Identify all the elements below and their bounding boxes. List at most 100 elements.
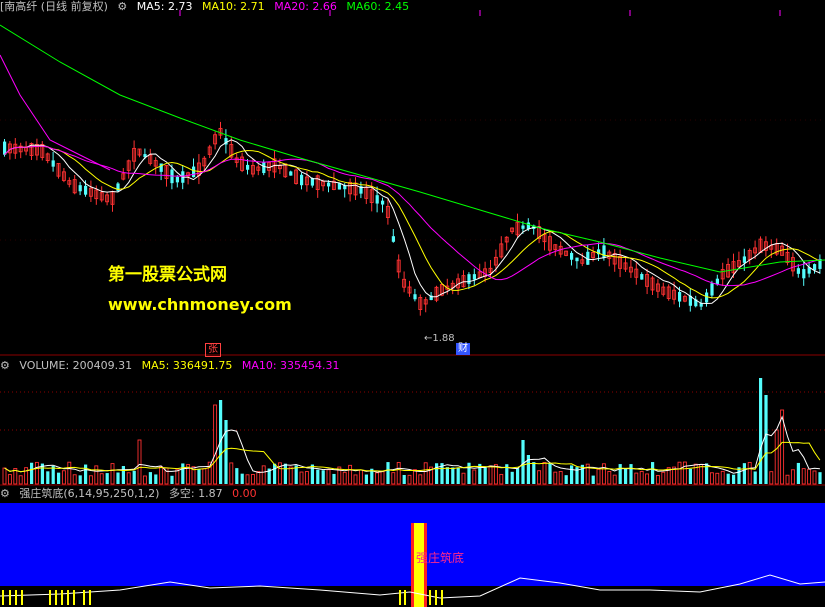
candle-body-105 — [570, 252, 574, 260]
candle-body-70 — [381, 200, 385, 205]
volume-bar-18 — [99, 473, 104, 485]
candle-body-35 — [192, 166, 196, 178]
price-header: [南高纤 (日线 前复权) ⚙ MA5: 2.73 MA10: 2.71 MA2… — [0, 0, 415, 14]
candle-body-132 — [715, 278, 719, 284]
volume-bar-151 — [818, 472, 822, 484]
volume-ma5-line — [4, 415, 820, 474]
volume-settings-icon[interactable]: ⚙ — [0, 359, 10, 372]
candle-body-14 — [78, 185, 82, 192]
candle-body-150 — [813, 264, 817, 271]
volume-bar-111 — [601, 463, 606, 485]
volume-bar-75 — [407, 474, 412, 485]
volume-bar-150 — [812, 470, 817, 485]
candle-body-15 — [84, 185, 88, 195]
candle-body-148 — [802, 269, 806, 279]
candle-body-111 — [602, 245, 606, 258]
volume-bar-137 — [742, 463, 746, 484]
volume-bar-146 — [790, 469, 795, 485]
volume-bar-61 — [332, 473, 336, 484]
volume-bar-0 — [2, 467, 7, 485]
volume-bar-48 — [261, 465, 266, 485]
volume-bar-71 — [386, 462, 390, 484]
ma60-line — [0, 24, 825, 273]
volume-bar-39 — [213, 404, 218, 485]
settings-icon[interactable]: ⚙ — [117, 0, 127, 13]
candle-body-130 — [705, 292, 709, 303]
candle-body-9 — [51, 160, 55, 167]
volume-bar-134 — [726, 473, 730, 484]
volume-ma10-line — [4, 441, 821, 473]
volume-bar-26 — [142, 475, 147, 485]
volume-bar-50 — [273, 463, 277, 484]
volume-bar-98 — [532, 462, 536, 484]
volume-bar-142 — [769, 471, 774, 485]
volume-bar-140 — [759, 378, 763, 484]
volume-bar-122 — [661, 471, 666, 485]
ma10-label: MA10: 2.71 — [201, 0, 265, 13]
volume-bar-87 — [472, 469, 477, 485]
volume-bar-55 — [299, 471, 304, 485]
volume-bar-138 — [747, 461, 752, 485]
ma20-label: MA20: 2.66 — [274, 0, 337, 13]
cai-badge[interactable]: 财 — [456, 343, 470, 355]
stock-chart-window: [南高纤 (日线 前复权) ⚙ MA5: 2.73 MA10: 2.71 MA2… — [0, 0, 825, 607]
volume-bar-139 — [753, 471, 757, 484]
volume-bar-14 — [78, 475, 82, 484]
low-price-value: 1.88 — [432, 333, 455, 344]
indicator-value: 0.00 — [232, 487, 257, 500]
volume-bar-126 — [682, 461, 687, 485]
volume-bar-104 — [564, 475, 568, 484]
zhang-badge[interactable]: 张 — [205, 343, 221, 357]
volume-bar-11 — [61, 470, 66, 485]
volume-bar-41 — [224, 420, 228, 484]
volume-bar-47 — [256, 471, 261, 485]
volume-bar-78 — [423, 462, 428, 485]
volume-bar-16 — [88, 475, 93, 485]
volume-bar-145 — [785, 474, 790, 485]
volume-bar-115 — [624, 468, 628, 484]
candle-body-131 — [710, 283, 714, 296]
volume-bar-109 — [591, 475, 595, 484]
volume-bar-114 — [618, 464, 622, 484]
volume-bar-60 — [326, 469, 331, 485]
volume-bar-58 — [316, 469, 320, 484]
candle-body-45 — [246, 164, 250, 170]
volume-bar-56 — [304, 471, 309, 485]
volume-bar-85 — [461, 472, 466, 485]
volume-bar-27 — [148, 472, 152, 484]
candle-body-29 — [159, 163, 163, 172]
volume-bar-94 — [510, 471, 514, 484]
candle-body-32 — [175, 176, 179, 183]
volume-bar-31 — [170, 475, 174, 484]
volume-bar-83 — [451, 467, 455, 484]
candle-body-55 — [300, 174, 304, 186]
volume-bar-20 — [110, 463, 115, 485]
candle-body-106 — [575, 257, 579, 262]
volume-bar-101 — [548, 463, 552, 484]
volume-bar-29 — [159, 466, 164, 485]
volume-bar-63 — [342, 471, 347, 485]
volume-bar-121 — [655, 474, 660, 485]
volume-bar-64 — [348, 464, 353, 485]
volume-bar-33 — [181, 463, 185, 484]
volume-bar-135 — [732, 474, 736, 484]
volume-bar-57 — [310, 464, 314, 484]
candle-body-60 — [327, 182, 331, 187]
volume-bar-148 — [801, 468, 806, 485]
volume-bar-59 — [321, 470, 325, 484]
volume-bar-53 — [288, 466, 293, 485]
ma5-label: MA5: 2.73 — [136, 0, 193, 13]
volume-bar-86 — [467, 462, 471, 484]
indicator-settings-icon[interactable]: ⚙ — [0, 487, 10, 500]
ma60-label: MA60: 2.45 — [346, 0, 410, 13]
volume-bar-15 — [84, 464, 88, 484]
duokong-label: 多空: 1.87 — [168, 487, 223, 500]
volume-bar-28 — [154, 474, 158, 484]
volume-bar-132 — [715, 472, 720, 485]
volume-bar-90 — [488, 465, 493, 485]
volume-bar-119 — [645, 473, 650, 485]
volume-bar-42 — [229, 462, 234, 485]
volume-bar-24 — [132, 470, 136, 484]
volume-bar-69 — [375, 472, 380, 485]
volume-bar-10 — [57, 472, 61, 484]
